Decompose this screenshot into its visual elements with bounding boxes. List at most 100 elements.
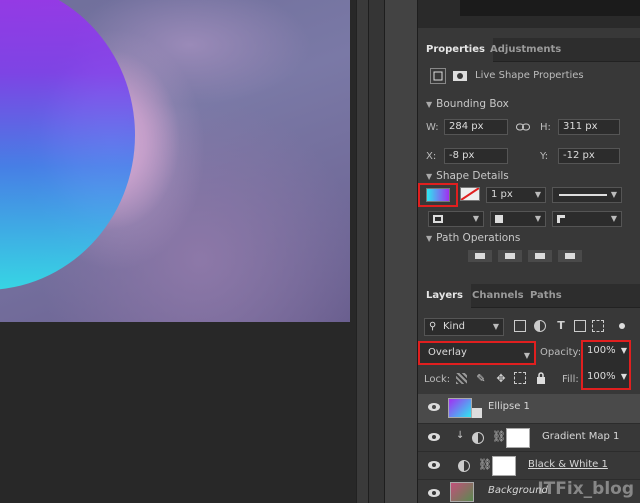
layer-thumbnail xyxy=(450,482,474,502)
layer-mask-thumbnail xyxy=(506,428,530,448)
layer-mask-thumbnail xyxy=(492,456,516,476)
path-operations-header[interactable]: ▼ Path Operations xyxy=(418,232,640,246)
chevron-down-icon: ▼ xyxy=(523,351,530,360)
chevron-down-icon: ▼ xyxy=(534,190,541,199)
gradient-swatch-icon xyxy=(426,188,450,202)
width-field[interactable]: 284 px xyxy=(444,119,508,135)
stroke-corners-select[interactable]: ▼ xyxy=(552,211,622,227)
transform-icon[interactable] xyxy=(430,68,446,84)
fill-field[interactable]: 100% ▼ xyxy=(583,370,629,386)
shape-details-header[interactable]: ▼ Shape Details xyxy=(418,170,640,184)
mask-icon[interactable] xyxy=(452,68,468,84)
fill-value: 100% xyxy=(587,371,616,382)
layer-name[interactable]: Ellipse 1 xyxy=(488,401,530,412)
chevron-down-icon: ▼ xyxy=(426,234,433,243)
lock-position-icon[interactable]: ✥ xyxy=(494,371,508,385)
stroke-width-select[interactable]: 1 px ▼ xyxy=(486,187,546,203)
chevron-down-icon: ▼ xyxy=(492,322,499,331)
intersect-shape-icon[interactable] xyxy=(528,250,552,262)
opacity-value: 100% xyxy=(587,345,616,356)
live-shape-row: Live Shape Properties xyxy=(418,68,640,88)
canvas-scrollbar[interactable] xyxy=(356,0,368,503)
width-label: W: xyxy=(426,122,439,133)
y-field[interactable]: -12 px xyxy=(558,148,620,164)
chevron-down-icon: ▼ xyxy=(534,214,541,223)
eye-icon[interactable] xyxy=(428,488,440,498)
pixel-filter-icon[interactable] xyxy=(514,320,526,332)
layer-name[interactable]: Black & White 1 xyxy=(528,459,608,470)
layer-row-black-white[interactable]: ⛓ Black & White 1 xyxy=(418,452,640,480)
live-shape-label: Live Shape Properties xyxy=(475,70,584,81)
layer-row-ellipse[interactable]: Ellipse 1 xyxy=(418,394,640,424)
chevron-down-icon: ▼ xyxy=(426,172,433,181)
chain-link-icon[interactable]: ⛓ xyxy=(478,458,492,471)
chevron-down-icon: ▼ xyxy=(426,100,433,109)
eye-icon[interactable] xyxy=(428,432,440,442)
chevron-down-icon: ▼ xyxy=(472,214,479,223)
lock-all-icon[interactable] xyxy=(534,371,548,385)
bounding-box-header[interactable]: ▼ Bounding Box xyxy=(418,98,640,112)
shape-filter-icon[interactable] xyxy=(574,320,586,332)
caps-icon xyxy=(495,215,503,223)
clip-arrow-icon: ↓ xyxy=(456,430,465,441)
smart-object-filter-icon[interactable] xyxy=(592,320,604,332)
stroke-caps-select[interactable]: ▼ xyxy=(490,211,546,227)
lock-pixels-brush-icon[interactable]: ✎ xyxy=(474,371,488,385)
adjustment-layer-icon xyxy=(458,460,470,472)
stroke-type-select[interactable]: ▼ xyxy=(552,187,622,203)
tab-adjustments[interactable]: Adjustments xyxy=(482,38,569,62)
x-label: X: xyxy=(426,151,437,162)
panel-gutter xyxy=(368,0,384,503)
adjustment-layer-icon xyxy=(472,432,484,444)
lock-transparent-icon[interactable] xyxy=(456,373,467,384)
chevron-down-icon: ▼ xyxy=(620,346,627,355)
exclude-shape-icon[interactable] xyxy=(558,250,582,262)
fill-label: Fill: xyxy=(562,374,579,385)
shape-details-title: Shape Details xyxy=(436,170,509,182)
eye-icon[interactable] xyxy=(428,460,440,470)
subtract-shape-icon[interactable] xyxy=(498,250,522,262)
chevron-down-icon: ▼ xyxy=(610,214,617,223)
lock-artboard-icon[interactable] xyxy=(514,372,526,384)
path-operations-title: Path Operations xyxy=(436,232,521,244)
layer-row-gradient-map[interactable]: ↓ ⛓ Gradient Map 1 xyxy=(418,424,640,452)
filter-kind-label: Kind xyxy=(443,321,466,332)
eye-icon[interactable] xyxy=(428,402,440,412)
lock-label: Lock: xyxy=(424,374,451,385)
x-field[interactable]: -8 px xyxy=(444,148,508,164)
blend-mode-select[interactable]: Overlay ▼ xyxy=(418,341,536,365)
bounding-box-title: Bounding Box xyxy=(436,98,509,110)
filter-toggle-icon[interactable] xyxy=(614,318,630,334)
y-label: Y: xyxy=(540,151,549,162)
canvas-image[interactable] xyxy=(0,0,350,322)
document-canvas[interactable] xyxy=(0,0,368,503)
height-field[interactable]: 311 px xyxy=(558,119,620,135)
stroke-width-value: 1 px xyxy=(491,189,513,200)
search-icon: ⚲ xyxy=(429,321,437,332)
opacity-field[interactable]: 100% ▼ xyxy=(583,344,629,360)
solid-line-icon xyxy=(559,194,607,196)
adjustment-filter-icon[interactable] xyxy=(534,320,546,332)
collapsed-panel-dock xyxy=(384,0,418,503)
right-panel-column: Properties Adjustments Live Shape Proper… xyxy=(418,0,640,503)
properties-tabbar: Properties Adjustments xyxy=(418,38,640,62)
combine-shapes-icon[interactable] xyxy=(468,250,492,262)
chain-link-icon[interactable]: ⛓ xyxy=(492,430,506,443)
layer-name[interactable]: Gradient Map 1 xyxy=(542,431,619,442)
type-filter-icon[interactable]: T xyxy=(554,318,568,332)
vector-mask-icon xyxy=(472,408,482,418)
blend-mode-value: Overlay xyxy=(428,347,467,358)
stroke-swatch-button[interactable] xyxy=(460,187,480,201)
link-icon[interactable] xyxy=(516,120,530,134)
layers-tabbar: Layers Channels Paths xyxy=(418,284,640,308)
chevron-down-icon: ▼ xyxy=(610,190,617,199)
corners-icon xyxy=(557,215,565,223)
opacity-label: Opacity: xyxy=(540,347,582,358)
stroke-align-select[interactable]: ▼ xyxy=(428,211,484,227)
top-panel-strip xyxy=(418,0,640,28)
align-icon xyxy=(433,215,443,223)
fill-swatch-button[interactable] xyxy=(418,183,458,207)
tab-paths[interactable]: Paths xyxy=(522,284,570,308)
layer-filter-select[interactable]: ⚲ Kind ▼ xyxy=(424,318,504,336)
watermark-text: ITFix_blog xyxy=(537,479,634,499)
